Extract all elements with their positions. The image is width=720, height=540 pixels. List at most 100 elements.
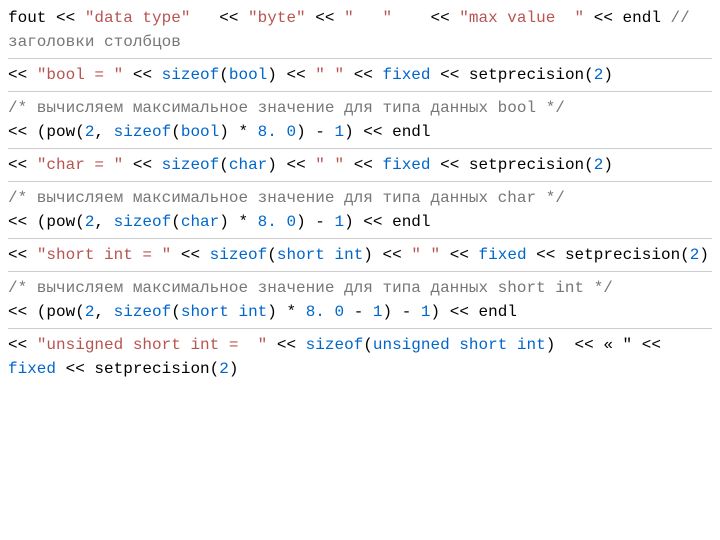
code-text: ) << endl (431, 303, 517, 321)
keyword: sizeof (162, 66, 220, 84)
code-text: << (171, 246, 209, 264)
keyword: short (181, 303, 229, 321)
code-text (507, 336, 517, 354)
code-line-group: << "bool = " << sizeof(bool) << " " << f… (8, 59, 712, 92)
code-line-group: << "unsigned short int = " << sizeof(uns… (8, 329, 712, 385)
code-text: , (94, 123, 113, 141)
code-line-group: << "char = " << sizeof(char) << " " << f… (8, 149, 712, 182)
code-text: << (8, 156, 37, 174)
string-literal: "max value " (459, 9, 584, 27)
code-line-group: /* вычисляем максимальное значение для т… (8, 92, 712, 149)
code-text: ) (229, 360, 239, 378)
code-text: ( (171, 303, 181, 321)
string-literal: " " (315, 66, 344, 84)
code-text: << (190, 9, 248, 27)
code-text: fout << (8, 9, 85, 27)
keyword: char (181, 213, 219, 231)
code-text: << (pow( (8, 303, 85, 321)
string-literal: "unsigned short int = " (37, 336, 267, 354)
code-text: << setprecision( (527, 246, 690, 264)
string-literal: " " (344, 9, 392, 27)
keyword: 1 (421, 303, 431, 321)
code-text: << setprecision( (56, 360, 219, 378)
code-text: ( (363, 336, 373, 354)
keyword: 2 (85, 213, 95, 231)
keyword: 1 (373, 303, 383, 321)
code-text: << (pow( (8, 123, 85, 141)
keyword: bool (181, 123, 219, 141)
code-text: ) << endl (344, 213, 430, 231)
string-literal: " " (411, 246, 440, 264)
code-text: << (344, 156, 382, 174)
code-text: ) (603, 156, 613, 174)
keyword: sizeof (114, 213, 172, 231)
keyword: 1 (334, 123, 344, 141)
code-text: ( (171, 123, 181, 141)
code-text: ) (603, 66, 613, 84)
code-text: ) - (296, 213, 334, 231)
string-literal: "data type" (85, 9, 191, 27)
code-text: ( (267, 246, 277, 264)
code-text: << setprecision( (431, 156, 594, 174)
code-text: - (344, 303, 373, 321)
code-text (450, 336, 460, 354)
code-text: << (123, 66, 161, 84)
code-text: << (392, 9, 459, 27)
keyword: bool (229, 66, 267, 84)
keyword: short (459, 336, 507, 354)
code-text: ) << (363, 246, 411, 264)
code-text: << (123, 156, 161, 174)
code-text: << (8, 66, 37, 84)
comment: /* вычисляем максимальное значение для т… (8, 279, 613, 297)
comment: /* вычисляем максимальное значение для т… (8, 99, 565, 117)
code-text: << endl (584, 9, 670, 27)
code-text: ) << (267, 156, 315, 174)
keyword: short (277, 246, 325, 264)
keyword: sizeof (210, 246, 268, 264)
code-line-group: << "short int = " << sizeof(short int) <… (8, 239, 712, 272)
code-text: ) - (383, 303, 421, 321)
keyword: fixed (8, 360, 56, 378)
code-line-group: /* вычисляем максимальное значение для т… (8, 272, 712, 329)
comment: /* вычисляем максимальное значение для т… (8, 189, 565, 207)
keyword: 8. 0 (258, 123, 296, 141)
code-text: << (8, 246, 37, 264)
keyword: 2 (594, 66, 604, 84)
code-text: ) * (267, 303, 305, 321)
code-text: << (pow( (8, 213, 85, 231)
code-text: , (94, 213, 113, 231)
code-text: << (8, 336, 37, 354)
keyword: unsigned (373, 336, 450, 354)
keyword: fixed (383, 156, 431, 174)
code-snippet: fout << "data type" << "byte" << " " << … (8, 6, 712, 385)
code-text: ) * (219, 123, 257, 141)
code-text: ) << endl (344, 123, 430, 141)
keyword: fixed (479, 246, 527, 264)
keyword: 2 (594, 156, 604, 174)
keyword: char (229, 156, 267, 174)
string-literal: "bool = " (37, 66, 123, 84)
keyword: 1 (334, 213, 344, 231)
code-text: << setprecision( (431, 66, 594, 84)
keyword: sizeof (306, 336, 364, 354)
code-text: << (306, 9, 344, 27)
keyword: 2 (219, 360, 229, 378)
keyword: sizeof (114, 303, 172, 321)
code-text: ( (219, 66, 229, 84)
code-text: , (94, 303, 113, 321)
code-line-group: fout << "data type" << "byte" << " " << … (8, 6, 712, 59)
keyword: 2 (85, 123, 95, 141)
code-text: << (344, 66, 382, 84)
string-literal: " " (315, 156, 344, 174)
keyword: int (238, 303, 267, 321)
code-line-group: /* вычисляем максимальное значение для т… (8, 182, 712, 239)
code-text: << (267, 336, 305, 354)
keyword: 8. 0 (258, 213, 296, 231)
string-literal: "short int = " (37, 246, 171, 264)
string-literal: "char = " (37, 156, 123, 174)
code-text: ) << (267, 66, 315, 84)
keyword: fixed (383, 66, 431, 84)
keyword: sizeof (162, 156, 220, 174)
keyword: 2 (690, 246, 700, 264)
string-literal: "byte" (248, 9, 306, 27)
